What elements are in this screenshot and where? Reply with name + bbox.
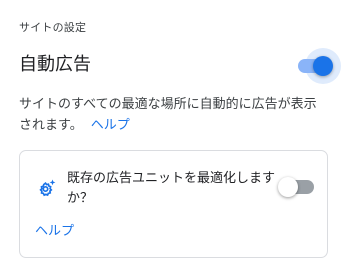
auto-ads-toggle[interactable] xyxy=(290,48,341,84)
auto-ads-description: サイトのすべての最適な場所に自動的に広告が表示されます。 ヘルプ xyxy=(19,94,319,136)
optimize-toggle[interactable] xyxy=(278,176,316,198)
optimize-ad-units-card: 既存の広告ユニットを最適化しますか？ ヘルプ xyxy=(19,150,328,258)
help-link[interactable]: ヘルプ xyxy=(91,118,130,133)
toggle-thumb xyxy=(278,177,298,197)
gear-sparkle-icon xyxy=(37,178,57,198)
auto-ads-title: 自動広告 xyxy=(19,54,91,75)
card-help-link[interactable]: ヘルプ xyxy=(35,223,74,241)
optimize-question: 既存の広告ユニットを最適化しますか？ xyxy=(67,171,276,206)
site-settings-panel: サイトの設定 自動広告 サイトのすべての最適な場所に自動的に広告が表示されます。… xyxy=(0,0,349,274)
toggle-thumb xyxy=(313,56,333,76)
description-text: サイトのすべての最適な場所に自動的に広告が表示されます。 xyxy=(19,97,317,133)
section-label: サイトの設定 xyxy=(19,21,87,34)
